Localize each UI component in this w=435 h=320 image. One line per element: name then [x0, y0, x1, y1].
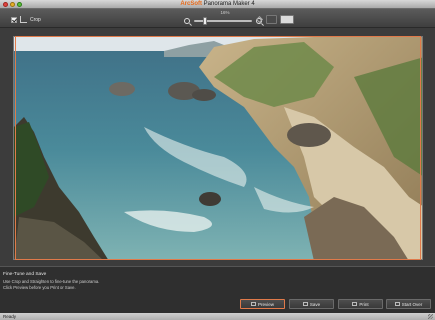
- start-over-icon: [394, 302, 400, 306]
- status-text: Ready: [3, 314, 17, 319]
- crop-toggle[interactable]: Crop: [11, 16, 41, 23]
- crop-icon: [20, 16, 27, 23]
- step-title: Fine-Tune and Save: [3, 272, 47, 277]
- zoom-out-icon[interactable]: [184, 18, 190, 24]
- preview-icon: [250, 302, 256, 306]
- save-button[interactable]: Save: [289, 299, 334, 309]
- action-bar: Preview Save Print Start Over: [0, 298, 435, 313]
- window-title: ArcSoft Panorama Maker 4: [0, 1, 435, 7]
- save-icon: [302, 302, 308, 306]
- resize-grip-icon[interactable]: [428, 314, 433, 319]
- start-over-label: Start Over: [401, 301, 423, 307]
- zoom-slider[interactable]: [194, 17, 252, 25]
- print-icon: [352, 302, 358, 306]
- view-mode-icon[interactable]: [280, 15, 294, 24]
- instruction-line: Click Preview before you Print or Save.: [3, 285, 76, 290]
- title-brand: ArcSoft: [180, 1, 202, 7]
- fit-window-icon[interactable]: [266, 15, 277, 24]
- save-label: Save: [309, 301, 321, 307]
- start-over-button[interactable]: Start Over: [386, 299, 431, 309]
- zoom-slider-row: [184, 17, 262, 25]
- panorama-image[interactable]: [13, 36, 423, 260]
- zoom-slider-thumb[interactable]: [203, 17, 207, 25]
- zoom-readout: 16%: [220, 10, 230, 15]
- print-button[interactable]: Print: [338, 299, 383, 309]
- print-label: Print: [359, 301, 369, 307]
- preview-label: Preview: [257, 301, 274, 307]
- crop-checkbox[interactable]: [11, 16, 17, 23]
- preview-button[interactable]: Preview: [240, 299, 285, 309]
- status-bar: Ready: [0, 313, 435, 320]
- crop-label: Crop: [30, 16, 41, 23]
- title-app: Panorama Maker 4: [203, 1, 255, 7]
- panorama-picture: [14, 37, 422, 259]
- instructions-panel: Fine-Tune and Save Use Crop and Straight…: [0, 266, 435, 298]
- instruction-line: Use Crop and Straighten to fine-tune the…: [3, 279, 100, 284]
- title-bar: ArcSoft Panorama Maker 4: [0, 0, 435, 9]
